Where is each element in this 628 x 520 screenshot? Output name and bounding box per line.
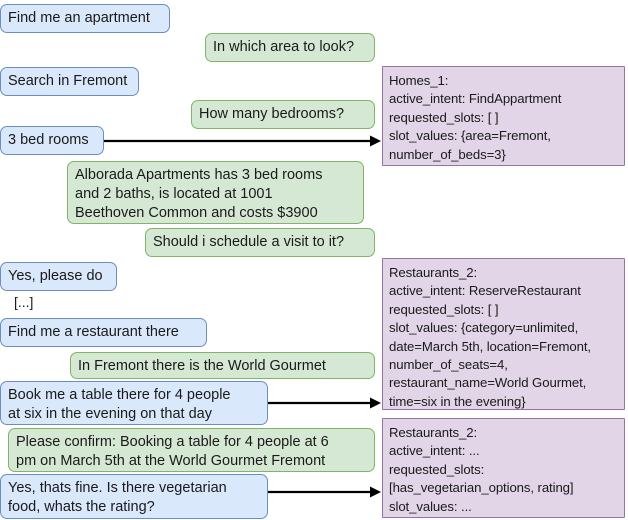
- chat-bubble-system-world-gourmet: In Fremont there is the World Gourmet: [70, 352, 375, 379]
- arrow-to-restaurants-reserve: [268, 396, 381, 410]
- arrow-to-homes-1: [104, 134, 381, 148]
- chat-bubble-system-schedule-visit: Should i schedule a visit to it?: [145, 228, 375, 257]
- chat-bubble-system-how-many-bedrooms: How many bedrooms?: [191, 100, 375, 129]
- arrow-to-restaurants-request: [268, 485, 381, 499]
- chat-bubble-system-please-confirm: Please confirm: Booking a table for 4 pe…: [8, 428, 375, 472]
- chat-bubble-user-find-apartment: Find me an apartment: [0, 4, 170, 33]
- chat-bubble-user-3-bed-rooms: 3 bed rooms: [0, 126, 104, 155]
- belief-state-box-state-restaurants-2-reserve: Restaurants_2: active_intent: ReserveRes…: [382, 258, 625, 410]
- chat-bubble-user-yes-please-do: Yes, please do: [0, 262, 117, 291]
- dialogue-truncation-ellipsis: [...]: [14, 294, 34, 310]
- chat-bubble-user-yes-thats-fine: Yes, thats fine. Is there vegetarian foo…: [0, 474, 268, 519]
- dialogue-state-diagram: Find me an apartment In which area to loo…: [0, 0, 628, 520]
- chat-bubble-system-alborada-details: Alborada Apartments has 3 bed rooms and …: [67, 161, 364, 224]
- chat-bubble-user-book-table: Book me a table there for 4 people at si…: [0, 381, 268, 425]
- belief-state-box-state-restaurants-2-request: Restaurants_2: active_intent: ... reques…: [382, 418, 625, 518]
- chat-bubble-system-which-area: In which area to look?: [205, 33, 375, 62]
- chat-bubble-user-find-restaurant: Find me a restaurant there: [0, 318, 207, 347]
- belief-state-box-state-homes-1: Homes_1: active_intent: FindAppartment r…: [382, 66, 625, 166]
- chat-bubble-user-search-fremont: Search in Fremont: [0, 67, 139, 96]
